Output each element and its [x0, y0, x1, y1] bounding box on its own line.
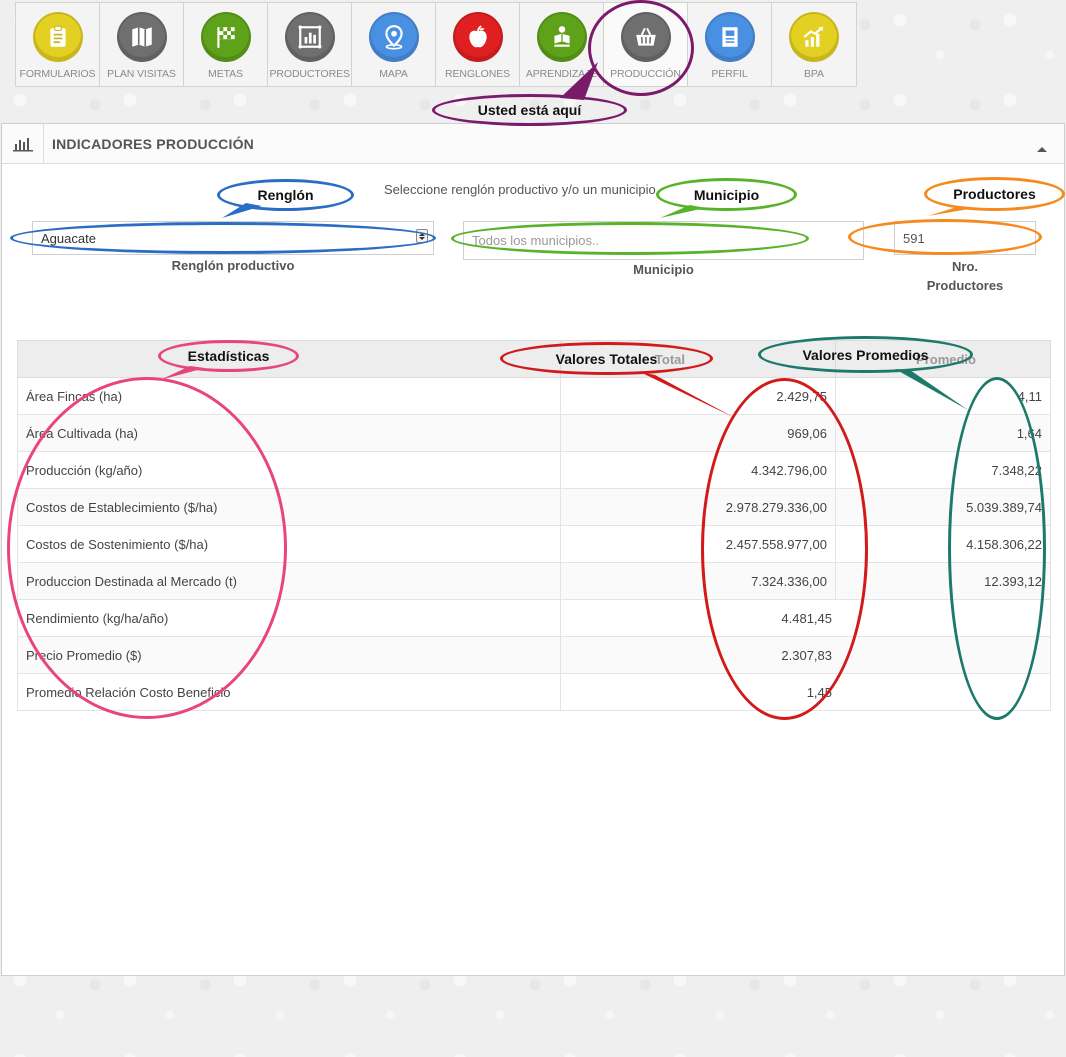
annotation-totales-text: Valores Totales: [555, 350, 658, 367]
apple-icon: [452, 12, 503, 62]
productores-label-2: Productores: [926, 278, 1004, 293]
filter-hint: Seleccione renglón productivo y/o un mun…: [384, 182, 656, 197]
nav-item-productores[interactable]: PRODUCTORES: [268, 3, 352, 86]
renglon-label: Renglón productivo: [171, 258, 295, 273]
annotation-promedios-text: Valores Promedios: [802, 346, 929, 363]
nav-item-formularios[interactable]: FORMULARIOS: [16, 3, 100, 86]
annotation-totales-label: Valores Totales: [500, 342, 713, 375]
annotation-municipio-ellipse: [451, 222, 809, 255]
annotation-estadisticas-label: Estadísticas: [158, 340, 299, 372]
annotation-municipio-label: Municipio: [656, 178, 797, 211]
nav-item-mapa[interactable]: MAPA: [352, 3, 436, 86]
nav-item-label: PRODUCTORES: [269, 68, 350, 80]
annotation-here-text: Usted está aquí: [477, 102, 582, 118]
annotation-promedios-label: Valores Promedios: [758, 336, 973, 373]
nav-item-metas[interactable]: METAS: [184, 3, 268, 86]
nav-item-renglones[interactable]: RENGLONES: [436, 3, 520, 86]
annotation-productores-ellipse: [848, 219, 1042, 255]
annotation-renglon-label: Renglón: [217, 179, 354, 211]
annotation-here: Usted está aquí: [432, 94, 627, 126]
nav-item-plan-visitas[interactable]: PLAN VISITAS: [100, 3, 184, 86]
growth-chart-icon: [789, 12, 839, 62]
nav-item-perfil[interactable]: PERFIL: [688, 3, 772, 86]
nav-item-label: APRENDIZAJE: [525, 68, 598, 80]
annotation-renglon-text: Renglón: [257, 187, 314, 203]
panel-header: INDICADORES PRODUCCIÓN: [2, 123, 1064, 164]
annotation-productores-label: Productores: [924, 177, 1065, 211]
annotation-production-circle: [588, 0, 694, 96]
clipboard-icon: [32, 12, 83, 62]
annotation-estadisticas-text: Estadísticas: [187, 348, 270, 364]
profile-icon: [704, 12, 755, 62]
collapse-icon[interactable]: [1036, 140, 1048, 158]
municipio-label: Municipio: [633, 262, 694, 277]
nav-item-label: METAS: [208, 68, 243, 80]
annotation-promedios-ellipse: [948, 377, 1046, 720]
annotation-productores-text: Productores: [953, 186, 1036, 202]
nav-item-label: MAPA: [379, 68, 408, 80]
panel-title: INDICADORES PRODUCCIÓN: [52, 135, 254, 152]
location-pin-icon: [368, 12, 419, 62]
checkered-flag-icon: [200, 12, 251, 62]
annotation-totales-ellipse: [701, 378, 868, 720]
annotation-estadisticas-ellipse: [7, 377, 287, 719]
chart-icon: [284, 12, 335, 62]
map-icon: [116, 12, 167, 62]
nav-item-bpa[interactable]: BPA: [772, 3, 856, 86]
learning-icon: [536, 12, 587, 62]
nav-item-label: PLAN VISITAS: [107, 68, 176, 80]
nav-item-label: PERFIL: [711, 68, 748, 80]
annotation-municipio-text: Municipio: [693, 186, 760, 203]
main-nav: FORMULARIOS PLAN VISITAS METAS PRODUCTORES M…: [15, 2, 857, 87]
nav-item-label: RENGLONES: [444, 68, 511, 80]
nav-item-label: FORMULARIOS: [19, 68, 96, 80]
productores-label-1: Nro.: [952, 259, 978, 274]
nav-item-label: BPA: [804, 68, 824, 80]
annotation-renglon-ellipse: [10, 222, 436, 254]
bar-chart-icon: [2, 123, 44, 164]
